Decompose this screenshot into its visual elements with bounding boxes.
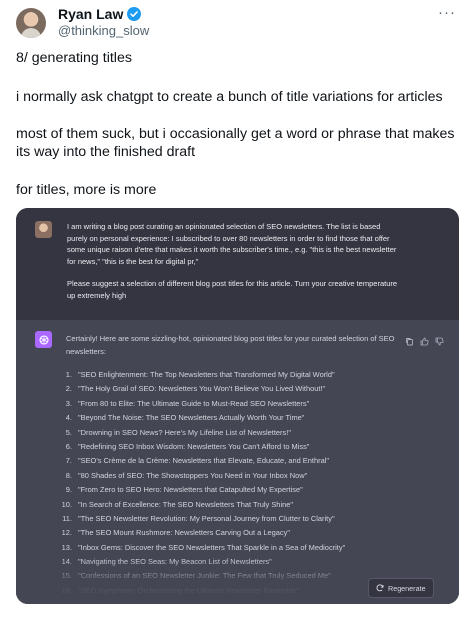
title-number: 11.	[62, 513, 72, 523]
user-avatar	[35, 221, 52, 238]
title-text: "Drowning in SEO News? Here's My Lifelin…	[78, 427, 291, 437]
chatgpt-logo-icon	[35, 331, 52, 348]
title-text: "In Search of Excellence: The SEO Newsle…	[78, 499, 294, 509]
message-actions	[405, 333, 444, 346]
title-number: 10.	[61, 499, 72, 509]
regenerate-icon	[376, 584, 384, 592]
attached-screenshot[interactable]: I am writing a blog post curating an opi…	[16, 208, 459, 604]
user-message-text: I am writing a blog post curating an opi…	[67, 221, 402, 302]
title-item: 13. "Inbox Gems: Discover the SEO Newslet…	[48, 541, 346, 555]
title-text: "Redefining SEO Inbox Wisdom: Newsletter…	[78, 441, 310, 451]
assistant-intro: Certainly! Here are some sizzling-hot, o…	[66, 334, 395, 357]
user-message: I am writing a blog post curating an opi…	[16, 208, 459, 320]
title-item: 2. "The Holy Grail of SEO: Newsletters Yo…	[48, 382, 345, 396]
author-handle[interactable]: @thinking_slow	[58, 23, 149, 38]
tweet-text-line: 8/ generating titles	[16, 50, 132, 66]
title-text: "Inbox Gems: Discover the SEO Newsletter…	[78, 542, 346, 552]
author-avatar[interactable]	[16, 8, 46, 38]
title-number: 7.	[65, 456, 72, 466]
regenerate-label: Regenerate	[388, 583, 426, 593]
regenerate-button[interactable]: Regenerate	[368, 578, 434, 598]
title-item: 4. "Beyond The Noise: The SEO Newsletters…	[48, 411, 345, 425]
title-item: 12. "The SEO Mount Rushmore: Newsletters …	[48, 526, 345, 540]
title-text: "From Zero to SEO Hero: Newsletters that…	[78, 485, 303, 495]
user-message-paragraph: I am writing a blog post curating an opi…	[67, 222, 397, 266]
title-text: "The Holy Grail of SEO: Newsletters You …	[78, 384, 326, 394]
title-number: 1.	[65, 370, 72, 379]
title-number: 6.	[65, 441, 72, 451]
title-text: "80 Shades of SEO: The Showstoppers You …	[78, 470, 308, 480]
tweet-text-line: i normally ask chatgpt to create a bunch…	[16, 89, 443, 105]
title-number: 2.	[65, 384, 72, 394]
title-text: "SEO Enlightenment: The Top Newsletters …	[78, 370, 335, 379]
user-message-paragraph: Please suggest a selection of different …	[67, 279, 398, 300]
tweet-text-line: most of them suck, but i occasionally ge…	[16, 126, 455, 160]
title-number: 4.	[65, 413, 72, 423]
title-item: 6. "Redefining SEO Inbox Wisdom: Newslett…	[48, 440, 345, 454]
title-number: 3.	[65, 398, 72, 408]
author-name-row: Ryan Law	[58, 6, 142, 22]
title-number: 8.	[65, 470, 72, 480]
title-text: "Beyond The Noise: The SEO Newsletters A…	[78, 413, 305, 423]
title-item: 11. "The SEO Newsletter Revolution: My Pe…	[48, 512, 345, 526]
title-item: 10. "In Search of Excellence: The SEO New…	[48, 498, 345, 512]
title-item: 1. "SEO Enlightenment: The Top Newsletter…	[48, 368, 345, 382]
verified-badge-icon	[127, 7, 142, 21]
title-text: "From 80 to Elite: The Ultimate Guide to…	[78, 398, 310, 408]
title-item: 9. "From Zero to SEO Hero: Newsletters th…	[48, 483, 345, 497]
title-item: 7. "SEO's Crème de la Crème: Newsletters …	[48, 454, 345, 468]
title-number: 9.	[65, 485, 72, 495]
title-text: "The SEO Mount Rushmore: Newsletters Car…	[78, 528, 290, 538]
title-number: 13.	[61, 542, 72, 552]
copy-icon[interactable]	[405, 333, 414, 346]
author-name[interactable]: Ryan Law	[58, 6, 123, 22]
title-text: "The SEO Newsletter Revolution: My Perso…	[78, 513, 335, 523]
tweet: Ryan Law @thinking_slow ··· 8/ generatin…	[0, 0, 474, 618]
title-item: 3. "From 80 to Elite: The Ultimate Guide …	[48, 397, 345, 411]
more-options-icon[interactable]: ···	[438, 4, 456, 21]
title-item: 5. "Drowning in SEO News? Here's My Lifel…	[48, 426, 345, 440]
assistant-message: Certainly! Here are some sizzling-hot, o…	[16, 320, 459, 604]
title-item: 8. "80 Shades of SEO: The Showstoppers Yo…	[48, 469, 345, 483]
title-number: 5.	[65, 427, 72, 437]
title-number: 12.	[61, 528, 72, 538]
title-text: "SEO's Crème de la Crème: Newsletters th…	[78, 456, 330, 466]
thumbs-up-icon[interactable]	[420, 333, 429, 346]
thumbs-down-icon[interactable]	[435, 333, 444, 346]
tweet-text-line: for titles, more is more	[16, 182, 157, 198]
